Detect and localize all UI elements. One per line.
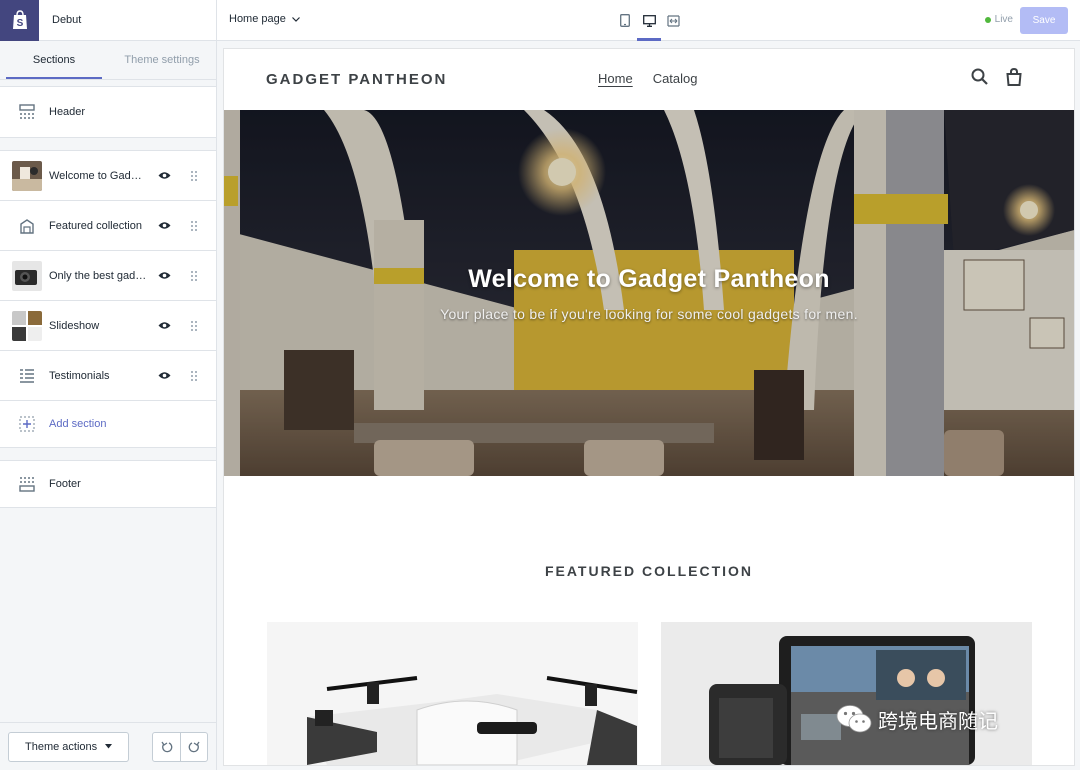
storefront-preview: GADGET PANTHEON Home Catalog Welcome to … [224, 49, 1074, 765]
hero-title: Welcome to Gadget Pantheon [468, 265, 830, 293]
sidebar-item-header[interactable]: Header [0, 87, 216, 137]
list-icon [12, 361, 42, 391]
product-card-dash-cam[interactable] [661, 622, 1032, 765]
theme-actions-button[interactable]: Theme actions [8, 731, 130, 762]
store-nav: Home Catalog [598, 71, 698, 86]
mobile-view-button[interactable] [613, 0, 637, 41]
svg-text:S: S [16, 18, 23, 29]
slideshow-thumbnail [12, 310, 42, 341]
editor-topbar: Home page Live Save [217, 0, 1080, 41]
sidebar-top-bar: S Debut [0, 0, 216, 41]
add-section-label: Add section [49, 418, 107, 430]
sidebar-tabs: Sections Theme settings [0, 41, 216, 80]
live-status-label: Live [994, 14, 1013, 25]
add-section-button[interactable]: Add section [0, 401, 216, 447]
watermark: 跨境电商随记 [836, 704, 998, 734]
nav-link-catalog[interactable]: Catalog [653, 71, 698, 86]
search-icon[interactable] [971, 68, 988, 85]
eye-icon[interactable] [158, 371, 171, 380]
drone-product-image [267, 622, 638, 765]
product-card-drone[interactable] [267, 622, 638, 765]
hero-banner[interactable]: Welcome to Gadget Pantheon Your place to… [224, 110, 1074, 476]
desktop-icon [642, 14, 656, 27]
sidebar-item-footer[interactable]: Footer [0, 461, 216, 507]
camera-thumbnail [12, 260, 42, 291]
desktop-view-button[interactable] [637, 0, 661, 41]
hero-subtitle: Your place to be if you're looking for s… [440, 306, 858, 322]
header-section-card: Header [0, 86, 216, 138]
sidebar-item-slideshow[interactable]: Slideshow [0, 301, 216, 351]
sidebar-item-featured-collection[interactable]: Featured collection [0, 201, 216, 251]
eye-icon[interactable] [158, 221, 171, 230]
fullscreen-view-button[interactable] [661, 0, 685, 41]
drag-handle-icon[interactable] [191, 370, 197, 381]
drag-handle-icon[interactable] [191, 270, 197, 281]
shopify-bag-icon: S [12, 10, 27, 29]
nav-link-home[interactable]: Home [598, 71, 633, 86]
sidebar-item-label: Header [49, 106, 86, 118]
watermark-text: 跨境电商随记 [878, 710, 998, 733]
live-status: Live [984, 14, 1013, 25]
sidebar-bottom-bar: Theme actions [0, 722, 216, 770]
store-logo-text[interactable]: GADGET PANTHEON [266, 71, 447, 88]
featured-collection-title: FEATURED COLLECTION [544, 563, 754, 579]
shopify-logo[interactable]: S [0, 0, 39, 41]
header-layout-icon [12, 97, 42, 127]
cart-icon[interactable] [1006, 68, 1022, 86]
sidebar-item-label: Only the best gadgets [49, 269, 147, 282]
sidebar-item-label: Footer [49, 478, 81, 490]
theme-name: Debut [52, 14, 82, 26]
history-buttons [152, 731, 208, 762]
sidebar-item-label: Featured collection [49, 219, 142, 232]
page-select-label: Home page [229, 13, 286, 25]
page-select-dropdown[interactable]: Home page [229, 13, 300, 25]
caret-down-icon [105, 744, 113, 749]
sidebar-item-welcome[interactable]: Welcome to Gadget Pantheon [0, 151, 216, 201]
footer-section-card: Footer [0, 460, 216, 508]
live-status-dot [984, 16, 991, 23]
undo-icon [160, 741, 172, 752]
sidebar-item-label: Welcome to Gadget Pantheon [49, 169, 147, 182]
tab-sections[interactable]: Sections [0, 41, 108, 79]
sidebar-item-testimonials[interactable]: Testimonials [0, 351, 216, 401]
drag-handle-icon[interactable] [191, 320, 197, 331]
dash-cam-product-image [661, 622, 1032, 765]
eye-icon[interactable] [158, 171, 171, 180]
tab-theme-settings[interactable]: Theme settings [108, 41, 216, 79]
fullscreen-icon [666, 14, 680, 27]
eye-icon[interactable] [158, 271, 171, 280]
sidebar-item-only-the-best[interactable]: Only the best gadgets [0, 251, 216, 301]
store-header: GADGET PANTHEON Home Catalog [224, 49, 1074, 110]
theme-actions-label: Theme actions [25, 740, 98, 753]
welcome-thumbnail [12, 160, 42, 191]
eye-icon[interactable] [158, 321, 171, 330]
drag-handle-icon[interactable] [191, 170, 197, 181]
undo-button[interactable] [153, 733, 180, 761]
collection-icon [12, 211, 42, 241]
save-button[interactable]: Save [1020, 7, 1068, 34]
add-section-icon [12, 409, 42, 439]
device-switcher [613, 0, 685, 41]
drag-handle-icon[interactable] [191, 220, 197, 231]
wechat-icon [836, 705, 872, 733]
header-icons [971, 68, 1022, 86]
sidebar-item-label: Testimonials [49, 369, 110, 382]
content-sections-card: Welcome to Gadget Pantheon Featured coll… [0, 150, 216, 448]
redo-icon [188, 741, 200, 752]
chevron-down-icon [291, 16, 300, 22]
redo-button[interactable] [180, 732, 207, 761]
footer-layout-icon [12, 469, 42, 499]
sidebar-item-label: Slideshow [49, 319, 100, 332]
editor-sidebar: S Debut Sections Theme settings Header W… [0, 0, 217, 770]
mobile-icon [620, 14, 630, 27]
